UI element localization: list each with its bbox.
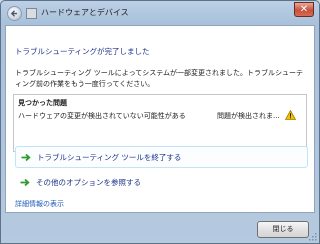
problem-status: 問題が検出されま... [217,112,280,120]
problem-description: ハードウェアの変更が検出されていない可能性がある [18,112,186,120]
page-title: トラブルシューティングが完了しました [15,47,150,56]
troubleshoot-app-icon [26,8,37,19]
warning-icon [285,110,296,120]
other-options-label: その他のオプションを参照する [36,178,141,187]
problems-header: 見つかった問題 [18,99,67,107]
content-panel: トラブルシューティングが完了しました トラブルシューティング ツールによってシス… [5,25,315,213]
window-title: ハードウェアとデバイス [41,8,129,17]
problems-found-box: 見つかった問題 ハードウェアの変更が検出されていない可能性がある 問題が検出され… [13,94,307,152]
problem-row[interactable]: ハードウェアの変更が検出されていない可能性がある 問題が検出されま... [14,109,306,123]
other-options-link[interactable]: その他のオプションを参照する [15,172,308,194]
window-close-button[interactable]: ✕ [294,2,314,17]
result-description: トラブルシューティング ツールによってシステムが一部変更されました。トラブルシュ… [15,69,304,88]
green-arrow-icon [20,178,30,187]
resize-grip[interactable] [309,233,317,241]
view-details-link[interactable]: 詳細情報の表示 [15,199,64,209]
troubleshooting-window: ハードウェアとデバイス ✕ トラブルシューティングが完了しました トラブルシュー… [0,0,320,244]
back-arrow-icon [10,10,17,17]
back-button[interactable] [7,6,22,21]
title-bar[interactable]: ハードウェアとデバイス ✕ [1,1,319,25]
close-troubleshooter-label: トラブルシューティング ツールを終了する [37,153,182,162]
close-troubleshooter-link[interactable]: トラブルシューティング ツールを終了する [15,146,308,168]
green-arrow-icon [21,153,31,162]
close-button[interactable]: 閉じる [257,221,309,238]
